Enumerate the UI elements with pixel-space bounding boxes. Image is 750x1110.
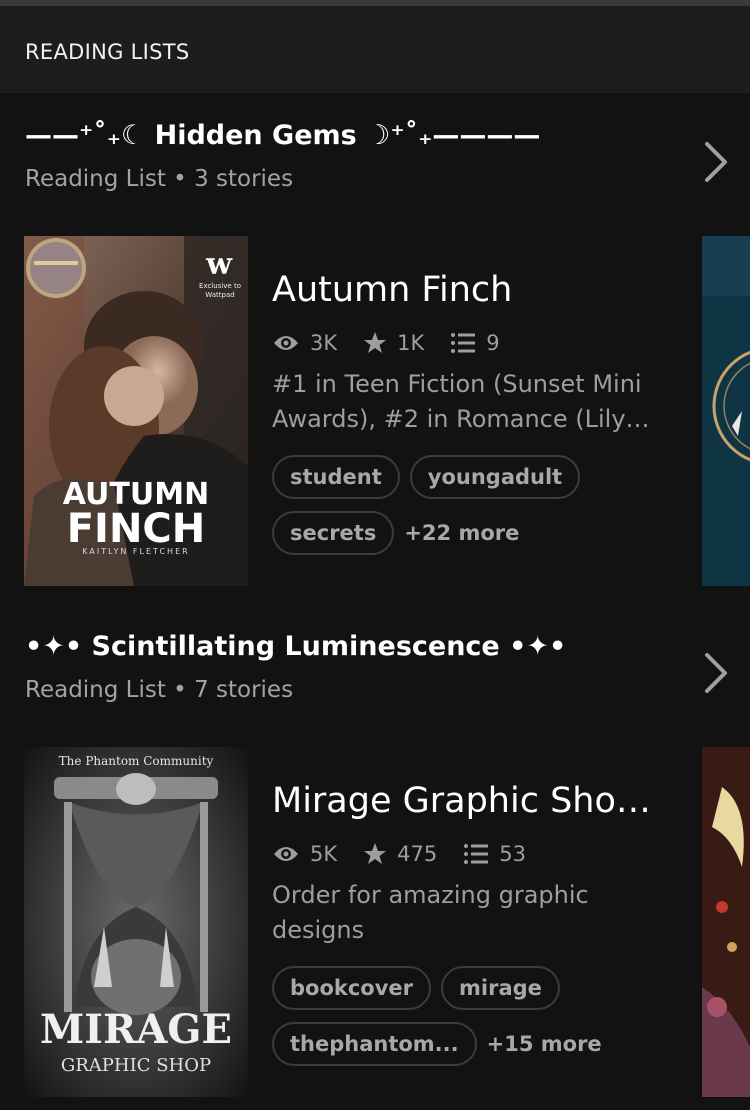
story-title[interactable]: Mirage Graphic Sho… (272, 781, 742, 821)
tag-chip[interactable]: student (272, 455, 400, 499)
parts-stat: 9 (450, 331, 500, 355)
tag-chip[interactable]: bookcover (272, 966, 432, 1010)
cover-top-text: The Phantom Community (59, 754, 214, 768)
list-icon (464, 844, 489, 864)
parts-count: 53 (499, 842, 526, 866)
story-title[interactable]: Autumn Finch (272, 270, 742, 310)
chevron-right-icon[interactable] (700, 651, 730, 695)
svg-text:w: w (205, 247, 233, 282)
story-cover-autumn-finch[interactable]: w Exclusive to Wattpad AUTUMN FINCH KAIT… (24, 236, 248, 586)
svg-text:Exclusive to: Exclusive to (199, 282, 241, 290)
story-tags: bookcover mirage thephantom... +15 more (272, 964, 692, 1076)
reading-list-meta: Reading List • 7 stories (25, 677, 294, 703)
reading-list-meta: Reading List • 3 stories (25, 166, 294, 192)
next-story-cover[interactable] (702, 747, 750, 1097)
tag-chip[interactable]: thephantom... (272, 1022, 477, 1066)
votes-stat: 475 (363, 842, 437, 866)
views-stat: 5K (272, 842, 337, 866)
views-count: 3K (310, 331, 338, 355)
tag-chip[interactable]: youngadult (409, 455, 581, 499)
story-description: #1 in Teen Fiction (Sunset Mini Awards),… (272, 370, 642, 433)
chevron-right-icon[interactable] (700, 140, 730, 184)
page-header: READING LISTS (0, 6, 750, 93)
views-stat: 3K (272, 331, 337, 355)
eye-icon (274, 847, 298, 861)
page-title: READING LISTS (25, 40, 190, 64)
votes-count: 475 (397, 842, 438, 866)
tag-chip[interactable]: mirage (441, 966, 560, 1010)
votes-count: 1K (397, 331, 425, 355)
story-tags: student youngadult secrets +22 more (272, 453, 692, 565)
more-tags-link[interactable]: +15 more (487, 1032, 602, 1056)
votes-stat: 1K (363, 331, 424, 355)
svg-text:Wattpad: Wattpad (205, 291, 234, 299)
cover-title: MIRAGE (40, 1006, 232, 1053)
cover-title-line2: FINCH (67, 506, 206, 552)
list-icon (451, 333, 476, 353)
reading-list-title[interactable]: •✦• Scintillating Luminescence •✦• (25, 631, 566, 662)
story-cover-mirage-graphic-shop[interactable]: The Phantom Community MIRAGE GRAPHIC SHO… (24, 747, 248, 1097)
views-count: 5K (310, 842, 338, 866)
more-tags-link[interactable]: +22 more (404, 521, 519, 545)
reading-list-title[interactable]: ——⁺˚₊☾ Hidden Gems ☽⁺˚₊———— (25, 120, 540, 151)
cover-author: KAITLYN FLETCHER (82, 547, 189, 556)
next-story-cover[interactable] (702, 236, 750, 586)
parts-stat: 53 (463, 842, 526, 866)
story-description: Order for amazing graphic designs (272, 881, 589, 944)
eye-icon (274, 336, 298, 350)
story-stats: 3K 1K 9 (272, 328, 526, 358)
star-icon (364, 332, 387, 353)
cover-subtitle: GRAPHIC SHOP (61, 1055, 211, 1076)
parts-count: 9 (486, 331, 500, 355)
story-stats: 5K 475 53 (272, 839, 552, 869)
star-icon (364, 843, 387, 864)
tag-chip[interactable]: secrets (272, 511, 395, 555)
